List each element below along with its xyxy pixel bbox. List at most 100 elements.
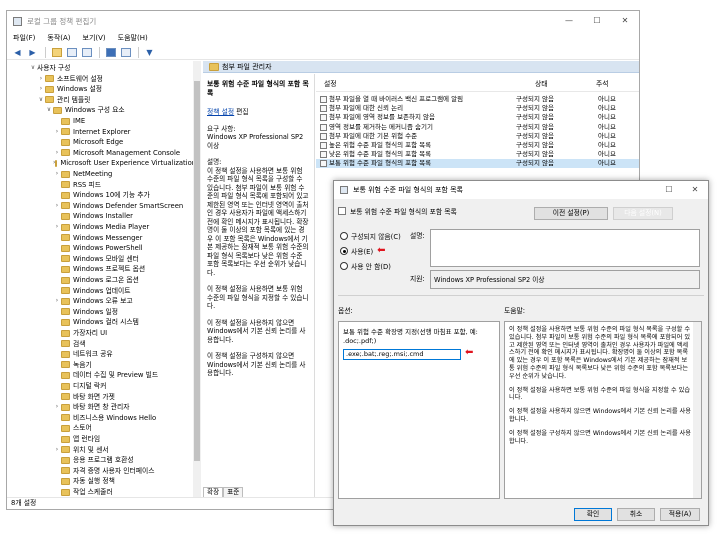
back-arrow-icon[interactable]: ◀ [11,47,24,58]
tree-item[interactable]: › Windows 오류 보고 [53,296,193,306]
tree-item[interactable]: 검색 [53,339,193,349]
tree-item[interactable]: Windows 로그온 옵션 [53,275,193,285]
policy-row[interactable]: 첨부 파일을 열 때 바이러스 백신 프로그램에 알림 구성되지 않음 아니요 [316,95,639,104]
filter-icon[interactable]: ▼ [143,47,156,58]
extensions-input[interactable]: .exe;.bat;.reg;.msi;.cmd [343,349,461,360]
tree-item[interactable]: Windows Installer [53,211,193,221]
policy-row[interactable]: 영역 정보를 제거하는 메커니즘 숨기기 구성되지 않음 아니요 [316,123,639,132]
column-comment[interactable]: 주석 [596,78,609,88]
radio-disabled-circle[interactable] [340,262,348,270]
tree-item[interactable]: IME [53,116,193,126]
tree-expand-icon[interactable]: ∨ [45,105,53,115]
apply-button[interactable]: 적용(A) [660,508,700,521]
column-state[interactable]: 상태 [535,78,548,88]
tree-item[interactable]: › Windows 설정 [37,84,193,94]
tree-expand-icon[interactable]: › [53,445,61,455]
tree-item[interactable]: 가장자리 UI [53,328,193,338]
tree-item[interactable]: 바탕 화면 가젯 [53,392,193,402]
radio-enabled-circle[interactable] [340,247,348,255]
menu-file[interactable]: 파일(F) [13,33,35,43]
menu-view[interactable]: 보기(V) [83,33,106,43]
tree-item[interactable]: 네트워크 공유 [53,349,193,359]
up-folder-icon[interactable] [50,47,63,58]
tree-item[interactable]: 앱 런타임 [53,434,193,444]
tab-extended[interactable]: 확장 [203,487,224,497]
tree-item[interactable]: › 위치 및 센서 [53,445,193,455]
title-bar[interactable]: 로컬 그룹 정책 편집기 — ☐ ✕ [7,11,639,31]
tree-item[interactable]: 작업 스케줄러 [53,487,193,497]
tree-item[interactable]: Windows PowerShell [53,243,193,253]
tree-item[interactable]: Windows 프로젝트 옵션 [53,264,193,274]
tree-expand-icon[interactable]: ∨ [29,63,37,73]
radio-not-configured-circle[interactable] [340,232,348,240]
help-scrollbar[interactable] [693,322,701,498]
minimize-button[interactable]: — [555,11,583,31]
tab-standard[interactable]: 표준 [223,487,244,497]
dialog-maximize-button[interactable]: ☐ [656,181,682,199]
tree-expand-icon[interactable]: › [53,402,61,412]
maximize-button[interactable]: ☐ [583,11,611,31]
tree-item[interactable]: ∨ 사용자 구성 [29,63,193,73]
help-icon[interactable] [104,47,117,58]
tree-item[interactable]: 데이터 수집 및 Preview 빌드 [53,370,193,380]
tree-item[interactable]: Windows Messenger [53,233,193,243]
tree-item[interactable]: › 소프트웨어 설정 [37,74,193,84]
tree-item[interactable]: ∨ 관리 템플릿 [37,95,193,105]
tree-item[interactable]: Microsoft Edge [53,137,193,147]
tree-item[interactable]: Windows 업데이트 [53,286,193,296]
tree-expand-icon[interactable]: › [53,169,61,179]
policy-row[interactable]: 낮은 위험 수준 파일 형식의 포함 목록 구성되지 않음 아니요 [316,150,639,159]
tree-expand-icon[interactable]: › [53,296,61,306]
menu-help[interactable]: 도움말(H) [118,33,148,43]
policy-row[interactable]: 첨부 파일에 대한 신뢰 논리 구성되지 않음 아니요 [316,104,639,113]
policy-row[interactable]: 높은 위험 수준 파일 형식의 포함 목록 구성되지 않음 아니요 [316,141,639,150]
tree-scrollbar[interactable] [193,61,201,497]
radio-not-configured[interactable]: 구성되지 않음(C) [340,231,401,241]
tree-expand-icon[interactable]: › [37,74,45,84]
tree-item[interactable]: 자동 실행 정책 [53,476,193,486]
tree-item[interactable]: RSS 피드 [53,180,193,190]
radio-disabled[interactable]: 사용 안 함(D) [340,261,391,271]
next-setting-button[interactable]: 다음 설정(N) [613,207,673,220]
previous-setting-button[interactable]: 이전 설정(P) [534,207,608,220]
tree-expand-icon[interactable]: › [53,222,61,232]
tree-expand-icon[interactable]: › [37,84,45,94]
tree-item[interactable]: 디지털 락커 [53,381,193,391]
properties-icon[interactable] [119,47,132,58]
policy-row[interactable]: 첨부 파일에 대한 기본 위험 수준 구성되지 않음 아니요 [316,132,639,141]
tree-expand-icon[interactable]: › [53,201,61,211]
policy-row[interactable]: 보통 위험 수준 파일 형식의 포함 목록 구성되지 않음 아니요 [316,159,639,169]
dialog-close-button[interactable]: ✕ [682,181,708,199]
tree-item[interactable]: › Windows Defender SmartScreen [53,201,193,211]
edit-policy-link[interactable]: 정책 설정 [207,108,234,116]
tree-item[interactable]: Windows 모바일 센터 [53,254,193,264]
forward-arrow-icon[interactable]: ▶ [26,47,39,58]
tree-item[interactable]: 비즈니스용 Windows Hello [53,413,193,423]
column-setting[interactable]: 설정 [324,78,337,88]
close-button[interactable]: ✕ [611,11,639,31]
tree-item[interactable]: 응용 프로그램 호환성 [53,455,193,465]
tree-expand-icon[interactable]: › [53,148,61,158]
tree-item[interactable]: Windows 컬러 시스템 [53,317,193,327]
tree-item[interactable]: ∨ Windows 구성 요소 [45,105,193,115]
dialog-title-bar[interactable]: 보통 위험 수준 파일 형식의 포함 목록 ☐ ✕ [334,181,708,199]
policy-row[interactable]: 첨부 파일에 영역 정보를 보존하지 않음 구성되지 않음 아니요 [316,113,639,122]
ok-button[interactable]: 확인 [574,508,612,521]
tree-item[interactable]: › Windows Media Player [53,222,193,232]
comment-textarea[interactable] [430,229,700,267]
tree-expand-icon[interactable]: › [53,127,61,137]
tree-item[interactable]: › NetMeeting [53,169,193,179]
tree-item[interactable]: › 바탕 화면 창 관리자 [53,402,193,412]
tree-item[interactable]: › Microsoft User Experience Virtualizatio… [53,158,193,168]
tree-item[interactable]: Windows 일정 [53,307,193,317]
tree-item[interactable]: › Microsoft Management Console [53,148,193,158]
tree-item[interactable]: 자격 증명 사용자 인터페이스 [53,466,193,476]
radio-enabled[interactable]: 사용(E) ⬅ [340,246,386,256]
tree-scrollbar-thumb[interactable] [194,81,200,461]
tree-item[interactable]: 녹음기 [53,360,193,370]
tree-expand-icon[interactable]: ∨ [37,95,45,105]
menu-action[interactable]: 동작(A) [47,33,70,43]
cancel-button[interactable]: 취소 [617,508,655,521]
tree-item[interactable]: › Internet Explorer [53,127,193,137]
tree-item[interactable]: Windows 10에 기능 추가 [53,190,193,200]
